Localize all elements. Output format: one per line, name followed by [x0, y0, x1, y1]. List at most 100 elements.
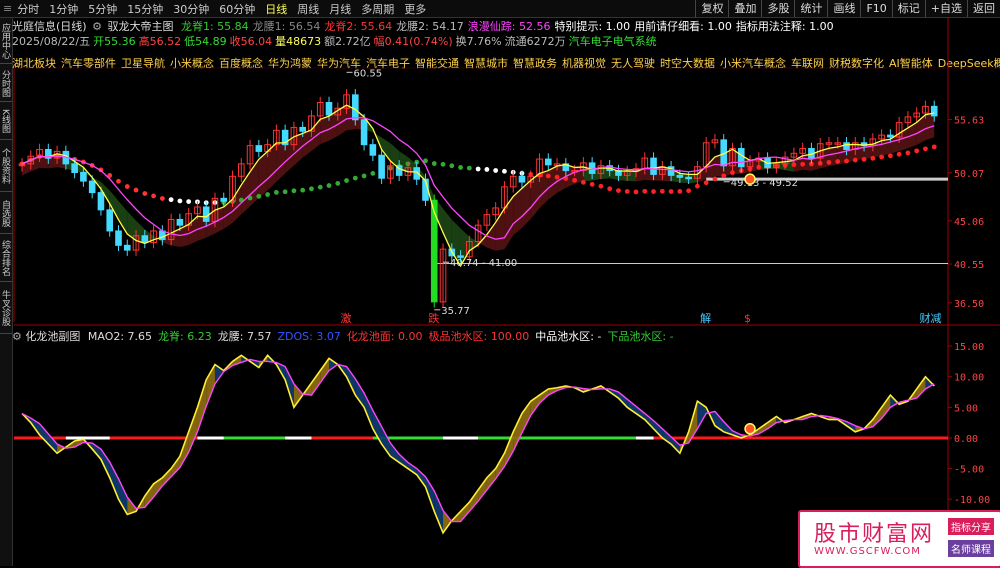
- osc-axis-label: 0.00: [954, 434, 978, 445]
- dotted-average-point: [177, 198, 183, 204]
- dotted-average-point: [896, 151, 902, 157]
- price-axis-label: 55.63: [954, 115, 984, 126]
- dotted-average-point: [923, 146, 928, 152]
- dotted-average-point: [791, 162, 797, 168]
- candle-body: [650, 157, 657, 175]
- osc-axis-label: 5.00: [954, 403, 978, 414]
- price-annotation: 49.13 - 49.52: [731, 178, 798, 189]
- dotted-average-point: [458, 165, 463, 170]
- dotted-average-point: [282, 189, 288, 195]
- trend-ribbon: [530, 173, 540, 220]
- candle-body: [544, 158, 552, 166]
- osc-axis-label: -5.00: [954, 465, 984, 476]
- candle-body: [220, 197, 228, 202]
- candle-body: [123, 244, 131, 251]
- osc-fill: [39, 423, 49, 445]
- price-axis-label: 50.07: [954, 169, 984, 180]
- watermark-title: 股市财富网: [814, 522, 935, 547]
- dotted-average-point: [887, 153, 893, 159]
- osc-axis-label: -10.00: [954, 495, 990, 506]
- dotted-average-point: [300, 187, 306, 193]
- dotted-average-point: [361, 173, 367, 179]
- dotted-average-point: [852, 157, 858, 163]
- dotted-average-point: [466, 165, 472, 171]
- dotted-average-point: [256, 193, 262, 199]
- dotted-average-point: [273, 190, 279, 195]
- candle-body: [202, 206, 210, 222]
- dotted-average-point: [317, 184, 323, 190]
- dotted-average-point: [151, 193, 156, 199]
- dotted-average-point: [352, 175, 358, 181]
- dotted-average-point: [826, 160, 832, 165]
- trend-ribbon: [504, 196, 514, 250]
- candle-body: [518, 175, 526, 183]
- trend-ribbon: [302, 129, 312, 158]
- watermark-badge-course: 名师课程: [948, 540, 994, 557]
- candle-body: [255, 145, 263, 152]
- watermark-badge-share: 指标分享: [948, 518, 994, 535]
- candle-body: [141, 235, 149, 243]
- candle-body: [737, 148, 745, 168]
- signal-marker: 解: [700, 311, 711, 325]
- dotted-average-point: [905, 150, 911, 156]
- dotted-average-point: [580, 179, 586, 185]
- signal-marker: 跌: [428, 311, 439, 325]
- candle-body: [71, 163, 78, 173]
- dotted-average-point: [168, 197, 174, 203]
- dotted-average-point: [598, 183, 604, 189]
- trend-ribbon: [118, 201, 128, 235]
- candle-body: [843, 142, 850, 150]
- dotted-average-point: [835, 159, 841, 164]
- candle-body: [106, 209, 114, 232]
- dotted-average-point: [142, 191, 148, 196]
- dotted-average-point: [703, 180, 709, 186]
- chart-canvas[interactable]: 55.63 50.07 45.06 40.55 36.50 60.55 35.77 40.74…: [0, 0, 1000, 566]
- price-axis-label: 40.55: [954, 260, 984, 271]
- osc-signal-dot: [744, 423, 756, 435]
- trend-ribbon: [881, 139, 891, 156]
- osc-fill: [320, 358, 329, 383]
- dotted-average-point: [291, 188, 297, 194]
- dotted-average-point: [668, 189, 674, 194]
- dotted-average-point: [659, 188, 665, 194]
- dotted-average-point: [116, 178, 121, 184]
- dotted-average-point: [186, 199, 192, 205]
- osc-axis-label: 10.00: [954, 373, 984, 384]
- dotted-average-point: [651, 189, 656, 194]
- osc-fill: [355, 378, 365, 408]
- candle-body: [457, 255, 464, 258]
- dotted-average-point: [870, 155, 876, 161]
- dotted-average-point: [861, 156, 867, 162]
- dotted-average-point: [502, 168, 507, 174]
- dotted-average-point: [370, 171, 376, 176]
- dotted-average-point: [309, 186, 314, 192]
- dotted-average-point: [677, 189, 683, 194]
- dotted-average-point: [572, 177, 577, 183]
- trend-ribbon: [469, 236, 479, 251]
- dotted-average-point: [344, 178, 349, 183]
- candle-body: [685, 176, 692, 180]
- dotted-average-point: [695, 183, 700, 189]
- osc-fill: [486, 468, 496, 490]
- candle-body: [887, 134, 894, 138]
- candle-body: [88, 180, 96, 194]
- candle-body: [360, 119, 368, 146]
- trend-ribbon: [706, 156, 715, 180]
- dotted-average-point: [484, 167, 490, 172]
- dotted-average-point: [440, 161, 446, 167]
- price-annotation: 40.74 - 41.00: [450, 258, 517, 269]
- dotted-average-point: [616, 188, 621, 193]
- candle-body: [676, 174, 684, 178]
- trend-ribbon: [627, 170, 636, 182]
- dotted-average-point: [589, 181, 595, 187]
- dotted-average-point: [475, 166, 481, 172]
- dotted-average-point: [712, 176, 718, 182]
- osc-axis-label: 15.00: [954, 342, 984, 353]
- candle-body: [80, 171, 87, 182]
- candle-body: [369, 144, 377, 156]
- dotted-average-point: [607, 186, 613, 192]
- dotted-average-point: [844, 158, 849, 164]
- dotted-average-point: [545, 173, 551, 179]
- signal-marker: 激: [341, 311, 352, 325]
- dotted-average-point: [449, 163, 455, 169]
